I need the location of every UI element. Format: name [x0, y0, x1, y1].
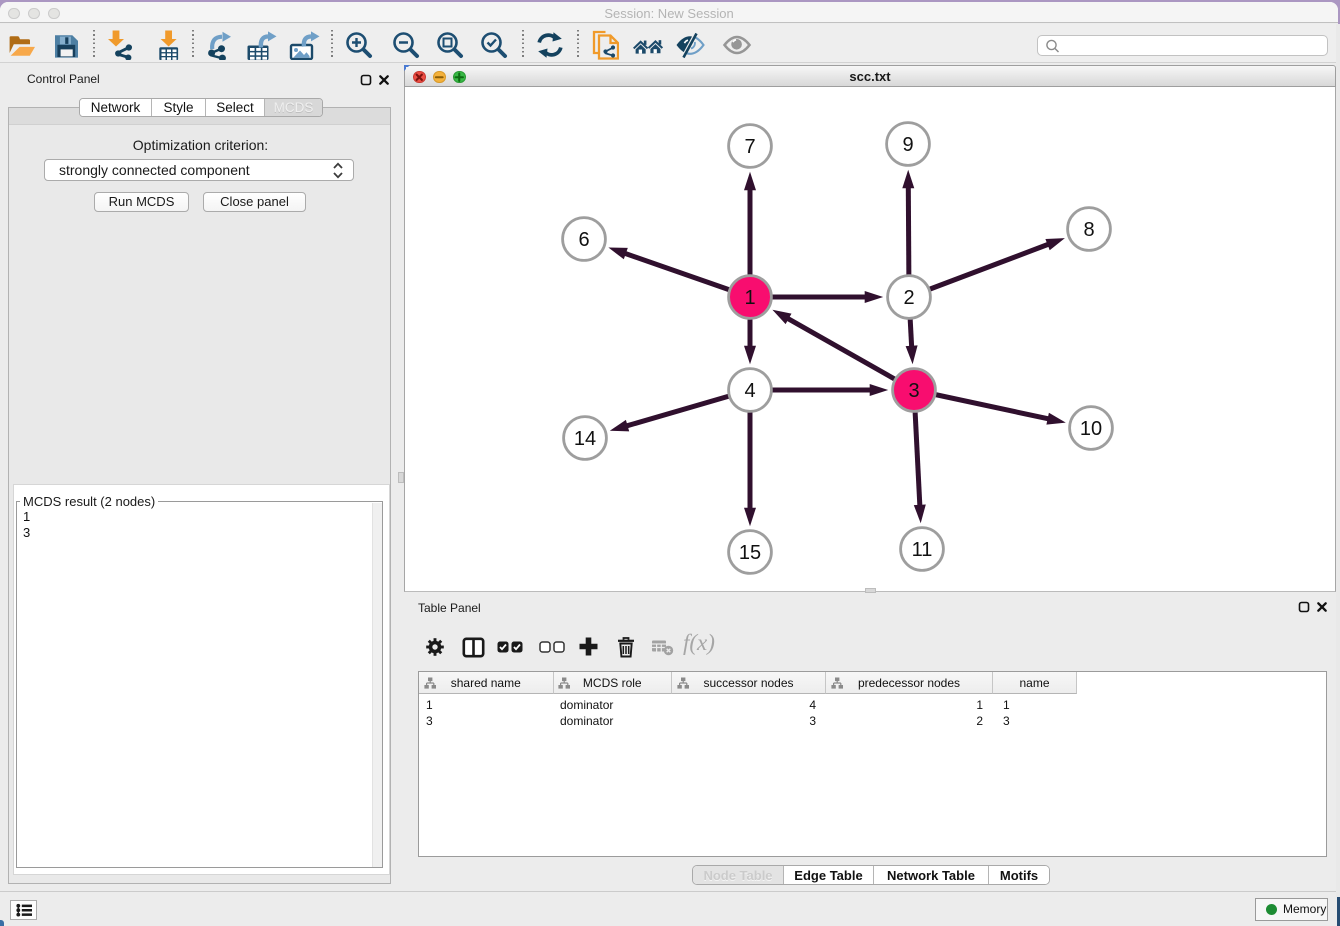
svg-text:15: 15: [739, 542, 761, 564]
svg-text:3: 3: [908, 380, 919, 402]
svg-text:11: 11: [912, 539, 933, 561]
svg-text:6: 6: [578, 229, 589, 251]
svg-text:7: 7: [744, 136, 755, 158]
svg-text:4: 4: [744, 380, 755, 402]
svg-text:9: 9: [902, 134, 913, 156]
svg-text:14: 14: [574, 428, 596, 450]
svg-text:10: 10: [1080, 418, 1102, 440]
svg-text:8: 8: [1083, 219, 1094, 241]
svg-text:1: 1: [744, 287, 755, 309]
svg-text:2: 2: [903, 287, 914, 309]
